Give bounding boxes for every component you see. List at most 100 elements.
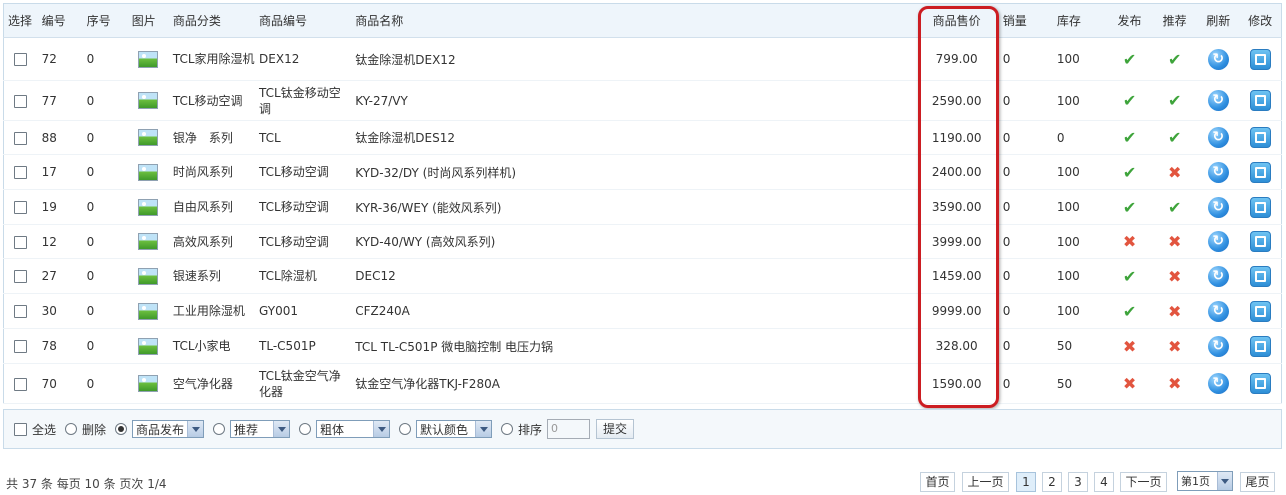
cross-icon[interactable]: ✖ bbox=[1168, 232, 1181, 251]
check-icon[interactable]: ✔ bbox=[1123, 91, 1136, 110]
check-icon[interactable]: ✔ bbox=[1168, 198, 1181, 217]
check-icon[interactable]: ✔ bbox=[1168, 91, 1181, 110]
row-checkbox[interactable] bbox=[14, 53, 28, 66]
color-radio[interactable] bbox=[399, 423, 412, 435]
col-name: 商品名称 bbox=[351, 3, 915, 38]
page-4-button[interactable]: 4 bbox=[1094, 472, 1114, 492]
image-icon[interactable] bbox=[138, 302, 159, 320]
select-all-checkbox[interactable] bbox=[14, 422, 27, 436]
refresh-icon[interactable]: ↻ bbox=[1207, 48, 1229, 70]
image-icon[interactable] bbox=[138, 50, 159, 68]
bold-select[interactable]: 粗体 bbox=[316, 420, 391, 438]
bold-radio[interactable] bbox=[299, 423, 312, 435]
image-icon[interactable] bbox=[138, 337, 159, 355]
check-icon[interactable]: ✔ bbox=[1123, 128, 1136, 147]
row-id: 30 bbox=[37, 293, 83, 329]
edit-icon[interactable] bbox=[1249, 90, 1271, 111]
image-icon[interactable] bbox=[138, 198, 159, 216]
delete-radio[interactable] bbox=[65, 423, 78, 435]
row-edit-cell bbox=[1239, 80, 1282, 121]
cross-icon[interactable]: ✖ bbox=[1168, 163, 1181, 182]
cross-icon[interactable]: ✖ bbox=[1168, 374, 1181, 393]
last-page-button[interactable]: 尾页 bbox=[1240, 472, 1275, 492]
row-price: 2400.00 bbox=[914, 154, 999, 190]
cross-icon[interactable]: ✖ bbox=[1168, 337, 1181, 356]
edit-icon[interactable] bbox=[1249, 300, 1271, 322]
image-icon[interactable] bbox=[138, 375, 159, 392]
image-icon[interactable] bbox=[138, 92, 159, 109]
row-checkbox[interactable] bbox=[14, 377, 28, 391]
color-select[interactable]: 默认颜色 bbox=[416, 420, 493, 438]
row-stock: 100 bbox=[1052, 293, 1108, 329]
row-id: 77 bbox=[37, 80, 83, 121]
row-checkbox[interactable] bbox=[14, 166, 28, 179]
row-order: 0 bbox=[82, 293, 128, 329]
row-checkbox[interactable] bbox=[14, 235, 28, 249]
row-id: 70 bbox=[37, 363, 83, 404]
row-name: 钛金除湿机DEX12 bbox=[351, 37, 915, 81]
table-row: 12 0 高效风系列 TCL移动空调 KYD-40/WY (高效风系列) 3999.00 0… bbox=[3, 224, 1282, 259]
cross-icon[interactable]: ✖ bbox=[1168, 267, 1181, 286]
product-table: 选择 编号 序号 图片 商品分类 商品编号 商品名称 商品售价 销量 库存 发布… bbox=[3, 3, 1282, 404]
refresh-icon[interactable]: ↻ bbox=[1207, 265, 1229, 287]
cross-icon[interactable]: ✖ bbox=[1123, 374, 1136, 393]
check-icon[interactable]: ✔ bbox=[1123, 50, 1136, 69]
refresh-icon[interactable]: ↻ bbox=[1207, 373, 1229, 394]
row-price: 3590.00 bbox=[914, 189, 999, 225]
recommend-select[interactable]: 推荐 bbox=[230, 420, 291, 438]
submit-button[interactable]: 提交 bbox=[596, 419, 635, 439]
row-checkbox[interactable] bbox=[14, 131, 28, 145]
refresh-icon[interactable]: ↻ bbox=[1207, 196, 1229, 218]
row-checkbox[interactable] bbox=[14, 305, 28, 318]
cross-icon[interactable]: ✖ bbox=[1123, 337, 1136, 356]
page-jump-select[interactable]: 第1页 bbox=[1177, 471, 1233, 491]
image-icon[interactable] bbox=[138, 267, 159, 285]
edit-icon[interactable] bbox=[1249, 48, 1271, 70]
image-icon[interactable] bbox=[138, 129, 159, 146]
row-checkbox[interactable] bbox=[14, 270, 28, 283]
sort-radio[interactable] bbox=[501, 423, 514, 435]
edit-icon[interactable] bbox=[1249, 196, 1271, 218]
row-name: KYD-40/WY (高效风系列) bbox=[351, 224, 915, 259]
row-checkbox[interactable] bbox=[14, 201, 28, 214]
row-edit-cell bbox=[1239, 258, 1282, 294]
recommend-radio[interactable] bbox=[213, 423, 226, 435]
cross-icon[interactable]: ✖ bbox=[1168, 302, 1181, 321]
col-recommend: 推荐 bbox=[1152, 3, 1198, 38]
refresh-icon[interactable]: ↻ bbox=[1207, 335, 1229, 357]
edit-icon[interactable] bbox=[1249, 231, 1271, 252]
image-icon[interactable] bbox=[138, 233, 159, 250]
check-icon[interactable]: ✔ bbox=[1123, 198, 1136, 217]
refresh-icon[interactable]: ↻ bbox=[1207, 161, 1229, 183]
refresh-icon[interactable]: ↻ bbox=[1207, 90, 1229, 111]
check-icon[interactable]: ✔ bbox=[1123, 302, 1136, 321]
publish-select[interactable]: 商品发布 bbox=[132, 420, 205, 438]
row-checkbox[interactable] bbox=[14, 340, 28, 353]
publish-radio[interactable] bbox=[115, 423, 128, 435]
row-price: 1459.00 bbox=[914, 258, 999, 294]
refresh-icon[interactable]: ↻ bbox=[1207, 300, 1229, 322]
prev-page-button[interactable]: 上一页 bbox=[962, 472, 1009, 492]
image-icon[interactable] bbox=[138, 163, 159, 181]
edit-icon[interactable] bbox=[1249, 373, 1271, 394]
first-page-button[interactable]: 首页 bbox=[920, 472, 955, 492]
edit-icon[interactable] bbox=[1249, 265, 1271, 287]
edit-icon[interactable] bbox=[1249, 127, 1271, 148]
edit-icon[interactable] bbox=[1249, 161, 1271, 183]
refresh-icon[interactable]: ↻ bbox=[1207, 127, 1229, 148]
row-checkbox[interactable] bbox=[14, 94, 28, 108]
page-3-button[interactable]: 3 bbox=[1068, 472, 1088, 492]
page-2-button[interactable]: 2 bbox=[1042, 472, 1062, 492]
sort-input[interactable]: 0 bbox=[547, 419, 591, 439]
page-1-button[interactable]: 1 bbox=[1016, 472, 1036, 492]
check-icon[interactable]: ✔ bbox=[1123, 163, 1136, 182]
edit-icon[interactable] bbox=[1249, 335, 1271, 357]
next-page-button[interactable]: 下一页 bbox=[1120, 472, 1167, 492]
refresh-icon[interactable]: ↻ bbox=[1207, 231, 1229, 252]
check-icon[interactable]: ✔ bbox=[1168, 128, 1181, 147]
select-all-label: 全选 bbox=[32, 422, 57, 437]
check-icon[interactable]: ✔ bbox=[1123, 267, 1136, 286]
cross-icon[interactable]: ✖ bbox=[1123, 232, 1136, 251]
check-icon[interactable]: ✔ bbox=[1168, 50, 1181, 69]
publish-select-value: 商品发布 bbox=[136, 422, 185, 437]
